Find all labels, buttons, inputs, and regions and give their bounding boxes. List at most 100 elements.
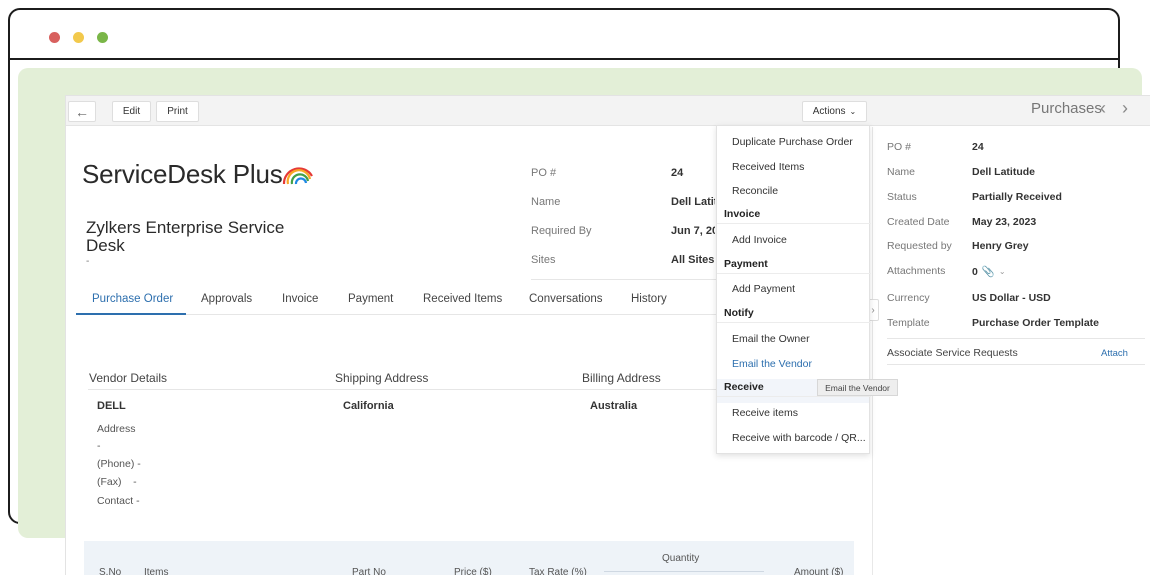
detail-po-value: 24 bbox=[972, 141, 984, 153]
vendor-name: DELL bbox=[97, 400, 126, 412]
items-table-header: Quantity S.No Items Part No Price ($) Ta… bbox=[84, 541, 854, 575]
logo-arc-icon bbox=[282, 167, 313, 185]
associate-service-requests-label: Associate Service Requests bbox=[887, 347, 1018, 359]
vendor-address-value: - bbox=[97, 440, 101, 452]
chevron-down-icon: ⌄ bbox=[998, 267, 1006, 276]
arrow-left-icon: ← bbox=[75, 103, 89, 120]
tab-invoice[interactable]: Invoice bbox=[282, 293, 318, 305]
column-amount: Amount ($) bbox=[794, 567, 844, 575]
chevron-down-icon: ⌄ bbox=[849, 107, 857, 116]
po-name-value: Dell Latitude bbox=[671, 196, 715, 208]
app-window: ← Edit Print Actions ⌄ Purchases ‹ › Ser… bbox=[66, 96, 1150, 575]
vendor-details-heading: Vendor Details bbox=[89, 371, 168, 385]
po-name-label: Name bbox=[531, 196, 561, 208]
detail-name-value: Dell Latitude bbox=[972, 166, 1036, 178]
detail-currency-value: US Dollar - USD bbox=[972, 292, 1051, 304]
module-title: Purchases bbox=[1031, 100, 1102, 117]
vendor-contact: Contact - bbox=[97, 495, 140, 507]
quantity-group-header: Quantity bbox=[662, 553, 700, 564]
servicedesk-logo: ServiceDesk Plus bbox=[82, 159, 283, 189]
menu-divider bbox=[717, 223, 871, 224]
vendor-fax: (Fax) - bbox=[97, 476, 137, 488]
column-part-no: Part No bbox=[352, 567, 386, 575]
detail-template-label: Template bbox=[887, 317, 930, 329]
menu-add-invoice[interactable]: Add Invoice bbox=[732, 234, 866, 246]
print-button[interactable]: Print bbox=[156, 101, 199, 122]
organization-subtitle: - bbox=[86, 256, 90, 267]
detail-template-value: Purchase Order Template bbox=[972, 317, 1100, 329]
menu-add-payment[interactable]: Add Payment bbox=[732, 283, 866, 295]
menu-divider bbox=[717, 396, 871, 397]
window-maximize-dot bbox=[97, 32, 108, 43]
attachments-control[interactable]: 0 📎 ⌄ bbox=[972, 265, 1006, 279]
chevron-left-icon[interactable]: ‹ bbox=[1100, 98, 1106, 119]
detail-created-date-label: Created Date bbox=[887, 216, 950, 228]
attach-link[interactable]: Attach bbox=[1101, 348, 1128, 359]
menu-divider bbox=[717, 273, 871, 274]
paperclip-icon: 📎 bbox=[981, 266, 995, 278]
column-sno: S.No bbox=[99, 567, 122, 575]
billing-address-value: Australia bbox=[590, 400, 638, 412]
frame-titlebar-divider bbox=[10, 58, 1120, 60]
organization-name: Zylkers Enterprise Service Desk bbox=[86, 218, 285, 255]
menu-heading-receive: Receive bbox=[724, 381, 764, 393]
associate-divider bbox=[887, 364, 1145, 365]
detail-attachments-label: Attachments bbox=[887, 265, 946, 277]
back-button[interactable]: ← bbox=[68, 101, 96, 122]
detail-status-value: Partially Received bbox=[972, 191, 1062, 203]
toolbar: ← Edit Print Actions ⌄ Purchases ‹ › bbox=[66, 96, 1150, 126]
billing-address-heading: Billing Address bbox=[582, 371, 661, 385]
details-panel: PO # 24 Name Dell Latitude Status Partia… bbox=[872, 127, 1150, 575]
menu-email-the-owner[interactable]: Email the Owner bbox=[732, 333, 866, 345]
menu-received-items[interactable]: Received Items bbox=[732, 161, 866, 173]
chevron-right-icon: › bbox=[871, 304, 875, 316]
po-number-value: 24 bbox=[671, 167, 684, 179]
sites-label: Sites bbox=[531, 254, 556, 266]
column-price: Price ($) bbox=[454, 567, 492, 575]
tab-payment[interactable]: Payment bbox=[348, 293, 393, 305]
menu-receive-items[interactable]: Receive items bbox=[732, 407, 866, 419]
actions-menu: Duplicate Purchase Order Received Items … bbox=[716, 125, 871, 454]
po-number-label: PO # bbox=[531, 167, 557, 179]
menu-email-the-vendor[interactable]: Email the Vendor bbox=[732, 358, 866, 370]
tab-purchase-order[interactable]: Purchase Order bbox=[92, 293, 173, 305]
required-by-value: Jun 7, 2023 bbox=[671, 225, 715, 237]
detail-name-label: Name bbox=[887, 166, 916, 178]
required-by-label: Required By bbox=[531, 225, 592, 237]
tab-conversations[interactable]: Conversations bbox=[529, 293, 603, 305]
active-tab-indicator bbox=[76, 313, 186, 315]
vendor-phone: (Phone) - bbox=[97, 458, 141, 470]
detail-requested-by-label: Requested by bbox=[887, 240, 952, 252]
column-tax-rate: Tax Rate (%) bbox=[529, 567, 587, 575]
detail-currency-label: Currency bbox=[887, 292, 930, 304]
tab-received-items[interactable]: Received Items bbox=[423, 293, 502, 305]
actions-button[interactable]: Actions ⌄ bbox=[802, 101, 867, 122]
detail-status-label: Status bbox=[887, 191, 917, 203]
details-divider bbox=[887, 338, 1145, 339]
menu-heading-invoice: Invoice bbox=[724, 208, 761, 220]
edit-button[interactable]: Edit bbox=[112, 101, 151, 122]
sites-value: All Sites bbox=[671, 254, 715, 266]
attachments-count: 0 bbox=[972, 265, 978, 278]
shipping-address-heading: Shipping Address bbox=[335, 371, 429, 385]
window-minimize-dot bbox=[73, 32, 84, 43]
quantity-group-divider bbox=[604, 571, 764, 572]
menu-divider bbox=[717, 322, 871, 323]
chevron-right-icon[interactable]: › bbox=[1122, 98, 1128, 119]
shipping-address-value: California bbox=[343, 400, 394, 412]
vendor-address-label: Address bbox=[97, 423, 136, 435]
menu-receive-with-barcode[interactable]: Receive with barcode / QR... bbox=[732, 432, 866, 444]
tab-approvals[interactable]: Approvals bbox=[201, 293, 252, 305]
menu-heading-notify: Notify bbox=[724, 307, 754, 319]
column-items: Items bbox=[144, 567, 169, 575]
tab-history[interactable]: History bbox=[631, 293, 667, 305]
detail-po-label: PO # bbox=[887, 141, 911, 153]
actions-label: Actions bbox=[812, 106, 846, 117]
detail-requested-by-value: Henry Grey bbox=[972, 240, 1029, 252]
menu-duplicate-purchase-order[interactable]: Duplicate Purchase Order bbox=[732, 136, 866, 148]
window-close-dot bbox=[49, 32, 60, 43]
tooltip: Email the Vendor bbox=[817, 379, 898, 396]
menu-heading-payment: Payment bbox=[724, 258, 768, 270]
menu-reconcile[interactable]: Reconcile bbox=[732, 185, 866, 197]
detail-created-date-value: May 23, 2023 bbox=[972, 216, 1037, 228]
